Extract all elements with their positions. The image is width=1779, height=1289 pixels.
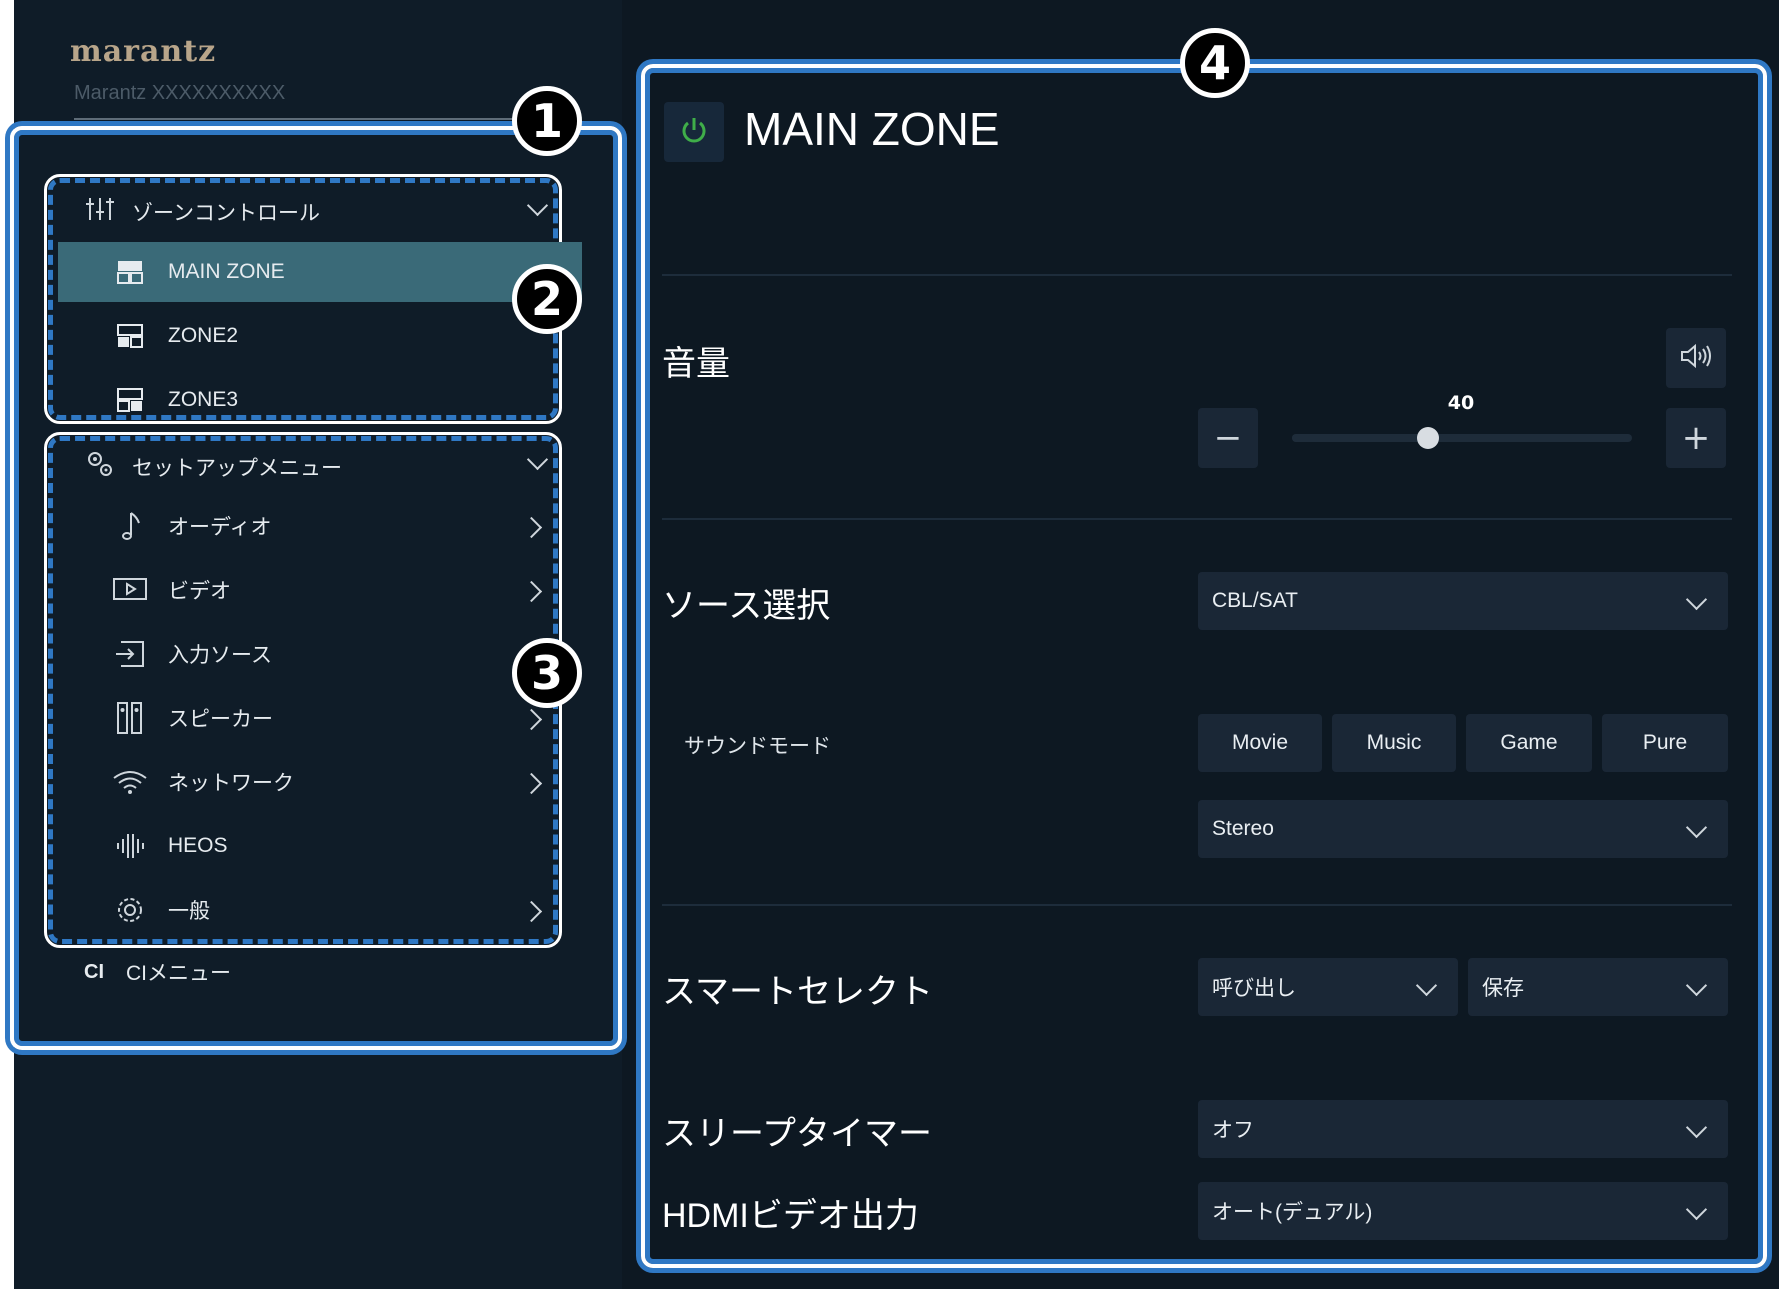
setup-menu-title: セットアップメニュー [132, 457, 342, 480]
sidebar-item-input-source[interactable]: 入力ソース [58, 624, 582, 684]
source-select[interactable]: CBL/SAT [1198, 572, 1728, 630]
sidebar-item-audio[interactable]: オーディオ [58, 496, 582, 556]
volume-slider-handle[interactable] [1417, 427, 1439, 449]
sidebar-item-label: オーディオ [168, 516, 272, 539]
source-label: ソース選択 [662, 587, 831, 625]
divider [662, 274, 1732, 276]
sidebar-item-label: スピーカー [168, 708, 273, 731]
chevron-down-icon [1685, 1116, 1708, 1139]
sidebar-item-label: CIメニュー [126, 962, 231, 985]
gear-icon [110, 895, 150, 925]
sidebar-item-speaker[interactable]: スピーカー [58, 688, 582, 748]
sidebar-item-general[interactable]: 一般 [58, 880, 582, 940]
sound-mode-pure-button[interactable]: Pure [1602, 714, 1728, 772]
zone-icon [110, 385, 150, 415]
music-note-icon [110, 511, 150, 541]
smart-select-recall[interactable]: 呼び出し [1198, 958, 1458, 1016]
sidebar-item-label: ZONE2 [168, 324, 239, 347]
zone-control-title: ゾーンコントロール [132, 202, 320, 225]
chevron-down-icon [1415, 974, 1438, 997]
sidebar-item-zone3[interactable]: ZONE3 [58, 370, 582, 430]
minus-icon: − [1213, 418, 1243, 458]
callout-1: 1 [512, 86, 582, 156]
volume-down-button[interactable]: − [1198, 408, 1258, 468]
sound-mode-game-button[interactable]: Game [1466, 714, 1592, 772]
smart-select-save[interactable]: 保存 [1468, 958, 1728, 1016]
smart-select-save-value: 保存 [1482, 977, 1524, 1000]
ci-icon: CI [84, 960, 104, 983]
zone-icon [110, 257, 150, 287]
sidebar-item-ci-menu[interactable]: CI CIメニュー [30, 942, 554, 1002]
volume-slider[interactable] [1292, 427, 1632, 449]
divider [662, 518, 1732, 520]
callout-3: 3 [512, 638, 582, 708]
sound-mode-select-value: Stereo [1212, 817, 1274, 840]
sound-mode-label: サウンドモード [684, 735, 831, 758]
sliders-icon [86, 196, 114, 228]
page-title: MAIN ZONE [744, 103, 1000, 155]
device-divider [74, 118, 514, 120]
input-source-icon [110, 639, 150, 669]
wifi-icon [110, 767, 150, 797]
sidebar-item-label: ビデオ [168, 580, 231, 603]
video-icon [110, 575, 150, 605]
volume-slider-fill [1292, 434, 1428, 442]
hdmi-out-select[interactable]: オート(デュアル) [1198, 1182, 1728, 1240]
callout-4: 4 [1180, 28, 1250, 98]
device-name: Marantz XXXXXXXXXX [74, 82, 286, 104]
volume-value: 40 [1447, 392, 1475, 414]
heos-icon [110, 831, 150, 861]
sidebar-item-main-zone[interactable]: MAIN ZONE [58, 242, 582, 302]
sidebar-item-label: 入力ソース [168, 644, 272, 667]
zone-control-header[interactable]: ゾーンコントロール [86, 196, 320, 228]
volume-up-button[interactable]: + [1666, 408, 1726, 468]
sleep-timer-select[interactable]: オフ [1198, 1100, 1728, 1158]
sidebar-item-video[interactable]: ビデオ [58, 560, 582, 620]
sidebar-item-label: ZONE3 [168, 388, 239, 411]
chevron-down-icon [1685, 1198, 1708, 1221]
sound-mode-music-button[interactable]: Music [1332, 714, 1456, 772]
hdmi-out-value: オート(デュアル) [1212, 1201, 1373, 1224]
sidebar-item-label: 一般 [168, 900, 210, 923]
sound-mode-movie-button[interactable]: Movie [1198, 714, 1322, 772]
sidebar-item-zone2[interactable]: ZONE2 [58, 306, 582, 366]
callout-2: 2 [512, 264, 582, 334]
speaker-icon [110, 702, 150, 734]
sidebar-item-label: MAIN ZONE [168, 260, 285, 283]
chevron-down-icon [1685, 816, 1708, 839]
power-icon [679, 115, 709, 149]
volume-label: 音量 [662, 345, 730, 383]
sidebar-item-network[interactable]: ネットワーク [58, 752, 582, 812]
source-select-value: CBL/SAT [1212, 589, 1298, 612]
brand-logo: marantz [70, 34, 217, 69]
plus-icon: + [1681, 418, 1711, 458]
setup-menu-header[interactable]: セットアップメニュー [86, 450, 342, 484]
gears-icon [86, 450, 114, 484]
speaker-volume-icon [1680, 343, 1712, 373]
mute-button[interactable] [1666, 328, 1726, 388]
zone-icon [110, 321, 150, 351]
sleep-timer-label: スリープタイマー [662, 1115, 932, 1153]
chevron-down-icon [1685, 974, 1708, 997]
sleep-timer-value: オフ [1212, 1119, 1254, 1142]
sidebar-item-label: HEOS [168, 834, 228, 857]
smart-select-label: スマートセレクト [662, 973, 933, 1011]
hdmi-out-label: HDMIビデオ出力 [662, 1197, 919, 1235]
sidebar-item-heos[interactable]: HEOS [58, 816, 582, 876]
sidebar-item-label: ネットワーク [168, 772, 294, 795]
chevron-down-icon [1685, 588, 1708, 611]
power-button[interactable] [664, 102, 724, 162]
sound-mode-select[interactable]: Stereo [1198, 800, 1728, 858]
divider [662, 904, 1732, 906]
smart-select-recall-value: 呼び出し [1212, 977, 1296, 1000]
callout-outline-4 [641, 64, 1767, 1268]
